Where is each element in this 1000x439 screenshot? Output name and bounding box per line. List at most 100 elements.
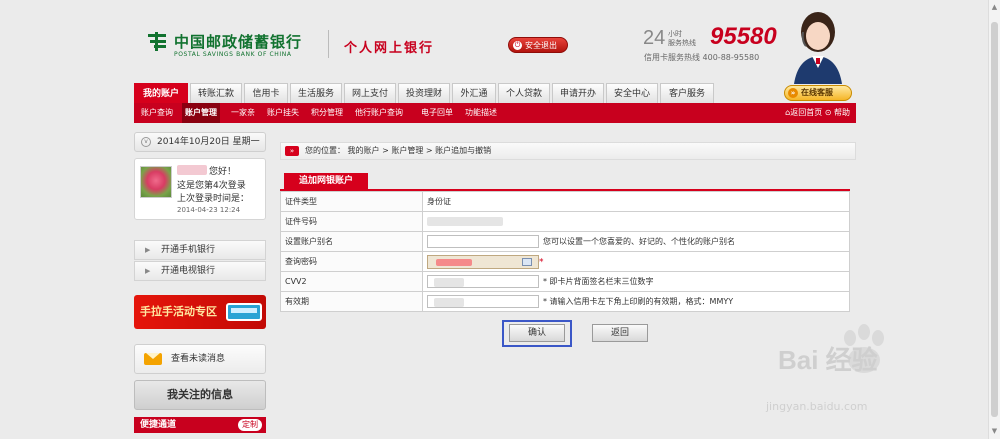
open-mobile-banking-link[interactable]: ▶ 开通手机银行: [134, 240, 266, 260]
expiry-cell: * 请输入信用卡左下角上印刷的有效期，格式：MMYY: [422, 291, 850, 312]
double-chevron-icon: »: [285, 146, 299, 156]
password-masked: [436, 258, 472, 266]
nav-transfer[interactable]: 转账汇款: [190, 83, 242, 103]
subnav-account-query[interactable]: 账户查询: [138, 103, 176, 123]
nav-my-account[interactable]: 我的账户: [134, 83, 188, 103]
id-number-redacted: [427, 217, 503, 226]
form-row-expiry: 有效期 * 请输入信用卡左下角上印刷的有效期，格式：MMYY: [280, 291, 850, 312]
postal-bank-logo: [148, 32, 166, 51]
field-label: 设置账户别名: [280, 231, 423, 252]
bank-name-cn: 中国邮政储蓄银行: [174, 33, 303, 51]
hotline-small: 小时 服务热线: [668, 30, 696, 47]
header: 中国邮政储蓄银行 POSTAL SAVINGS BANK OF CHINA 个人…: [130, 0, 860, 84]
nav-apply[interactable]: 申请开办: [552, 83, 604, 103]
subnav-right-label: 返回首页 ⊙ 帮助: [790, 108, 850, 117]
nav-security-center[interactable]: 安全中心: [606, 83, 658, 103]
subnav-account-manage[interactable]: 账户管理: [182, 103, 220, 123]
sub-nav: 账户查询 账户管理 一家亲 账户挂失 积分管理 他行账户查询 电子回单 功能描述…: [134, 103, 856, 123]
subnav-report-loss[interactable]: 账户挂失: [264, 103, 302, 123]
add-account-form: 证件类型 身份证 证件号码 设置账户别名 您可以设置一个您喜爱的、好记的、个性化…: [280, 191, 850, 312]
account-alias-input[interactable]: [427, 235, 539, 248]
nav-life-services[interactable]: 生活服务: [290, 83, 342, 103]
user-info-box: 您好！ 这是您第4次登录 上次登录时间是： 2014-04-23 12:24: [134, 158, 266, 220]
field-label: CVV2: [280, 271, 423, 292]
cvv2-input[interactable]: [427, 275, 539, 288]
field-label: 有效期: [280, 291, 423, 312]
query-password-input[interactable]: [427, 254, 539, 269]
form-row-password: 查询密码 *: [280, 251, 850, 272]
nav-online-payment[interactable]: 网上支付: [344, 83, 396, 103]
unread-messages-button[interactable]: 查看未读消息: [134, 344, 266, 374]
subnav-home-help[interactable]: ⌂返回首页 ⊙ 帮助: [785, 103, 850, 123]
online-service-button[interactable]: » 在线客服: [784, 85, 852, 101]
breadcrumb-text: 您的位置： 我的账户 > 账户管理 > 账户追加与撤销: [305, 146, 492, 155]
logout-button[interactable]: ⏻ 安全退出: [508, 37, 568, 53]
service-agent-avatar: [794, 12, 842, 84]
cvv2-cell: * 即卡片背面签名栏末三位数字: [422, 271, 850, 292]
main-nav: 我的账户 转账汇款 信用卡 生活服务 网上支付 投资理财 外汇通 个人贷款 申请…: [134, 83, 856, 103]
envelope-icon: [144, 353, 162, 365]
triangle-right-icon: ▶: [145, 267, 151, 275]
subnav-function-desc[interactable]: 功能描述: [462, 103, 500, 123]
subnav-points[interactable]: 积分管理: [308, 103, 346, 123]
chevron-right-icon: »: [788, 88, 798, 98]
nav-investment[interactable]: 投资理财: [398, 83, 450, 103]
card-hotline: 信用卡服务热线 400-88-95580: [644, 53, 760, 62]
field-label: 查询密码: [280, 251, 423, 272]
expiry-input[interactable]: [427, 295, 539, 308]
quick-access-header: 便捷通道 定制: [134, 417, 266, 433]
form-row-cvv2: CVV2 * 即卡片背面签名栏末三位数字: [280, 271, 850, 292]
expiry-hint: * 请输入信用卡左下角上印刷的有效期，格式：MMYY: [543, 297, 734, 306]
scroll-down-icon[interactable]: ▼: [991, 428, 998, 435]
page: 中国邮政储蓄银行 POSTAL SAVINGS BANK OF CHINA 个人…: [130, 0, 860, 439]
id-type-value: 身份证: [422, 191, 850, 212]
last-login-label: 上次登录时间是：: [177, 194, 250, 204]
hotline-24: 24: [643, 27, 666, 49]
customize-button[interactable]: 定制: [238, 419, 262, 431]
nav-credit-card[interactable]: 信用卡: [244, 83, 288, 103]
avatar: [140, 166, 172, 198]
subnav-family[interactable]: 一家亲: [228, 103, 258, 123]
password-cell: *: [422, 251, 850, 272]
greeting: 您好！: [209, 167, 237, 177]
cvv2-redacted: [434, 278, 464, 287]
site-subtitle: 个人网上银行: [344, 41, 435, 56]
field-label: 证件类型: [280, 191, 423, 212]
scrollbar-thumb[interactable]: [991, 22, 998, 417]
confirm-button[interactable]: 确认: [509, 324, 565, 342]
triangle-right-icon: ▶: [145, 246, 151, 254]
expiry-redacted: [434, 298, 464, 307]
form-row-id-number: 证件号码: [280, 211, 850, 232]
form-tab-add-account: 追加网银账户: [284, 173, 368, 189]
page-scrollbar[interactable]: ▲ ▼: [988, 0, 1000, 439]
subnav-other-bank[interactable]: 他行账户查询: [352, 103, 406, 123]
watermark-url: jingyan.baidu.com: [766, 400, 868, 413]
cvv2-hint: * 即卡片背面签名栏末三位数字: [543, 277, 654, 286]
followed-info-button[interactable]: 我关注的信息: [134, 380, 266, 410]
logo-divider: [328, 30, 329, 58]
bus-icon: [226, 303, 262, 321]
subnav-e-receipt[interactable]: 电子回单: [418, 103, 456, 123]
power-icon: ⏻: [513, 41, 522, 50]
alias-hint: 您可以设置一个您喜爱的、好记的、个性化的账户别名: [543, 237, 735, 246]
keyboard-icon[interactable]: [522, 257, 532, 266]
promo-label: 手拉手活动专区: [140, 305, 217, 318]
nav-forex[interactable]: 外汇通: [452, 83, 496, 103]
nav-personal-loan[interactable]: 个人贷款: [498, 83, 550, 103]
back-button[interactable]: 返回: [592, 324, 648, 342]
alias-cell: 您可以设置一个您喜爱的、好记的、个性化的账户别名: [422, 231, 850, 252]
login-count: 这是您第4次登录: [177, 181, 246, 191]
user-name-redacted: [177, 165, 207, 175]
open-tv-banking-link[interactable]: ▶ 开通电视银行: [134, 261, 266, 281]
promo-banner[interactable]: 手拉手活动专区: [134, 295, 266, 329]
id-number-cell: [422, 211, 850, 232]
logout-label: 安全退出: [525, 41, 557, 50]
watermark: Bai 经验: [778, 345, 878, 375]
unread-label: 查看未读消息: [171, 354, 226, 364]
nav-customer-service[interactable]: 客户服务: [660, 83, 714, 103]
form-actions: 确认 返回: [502, 320, 702, 350]
scroll-up-icon[interactable]: ▲: [991, 4, 998, 11]
bank-name-en: POSTAL SAVINGS BANK OF CHINA: [174, 51, 292, 58]
hotline-number: 95580: [710, 23, 777, 50]
form-row-alias: 设置账户别名 您可以设置一个您喜爱的、好记的、个性化的账户别名: [280, 231, 850, 252]
